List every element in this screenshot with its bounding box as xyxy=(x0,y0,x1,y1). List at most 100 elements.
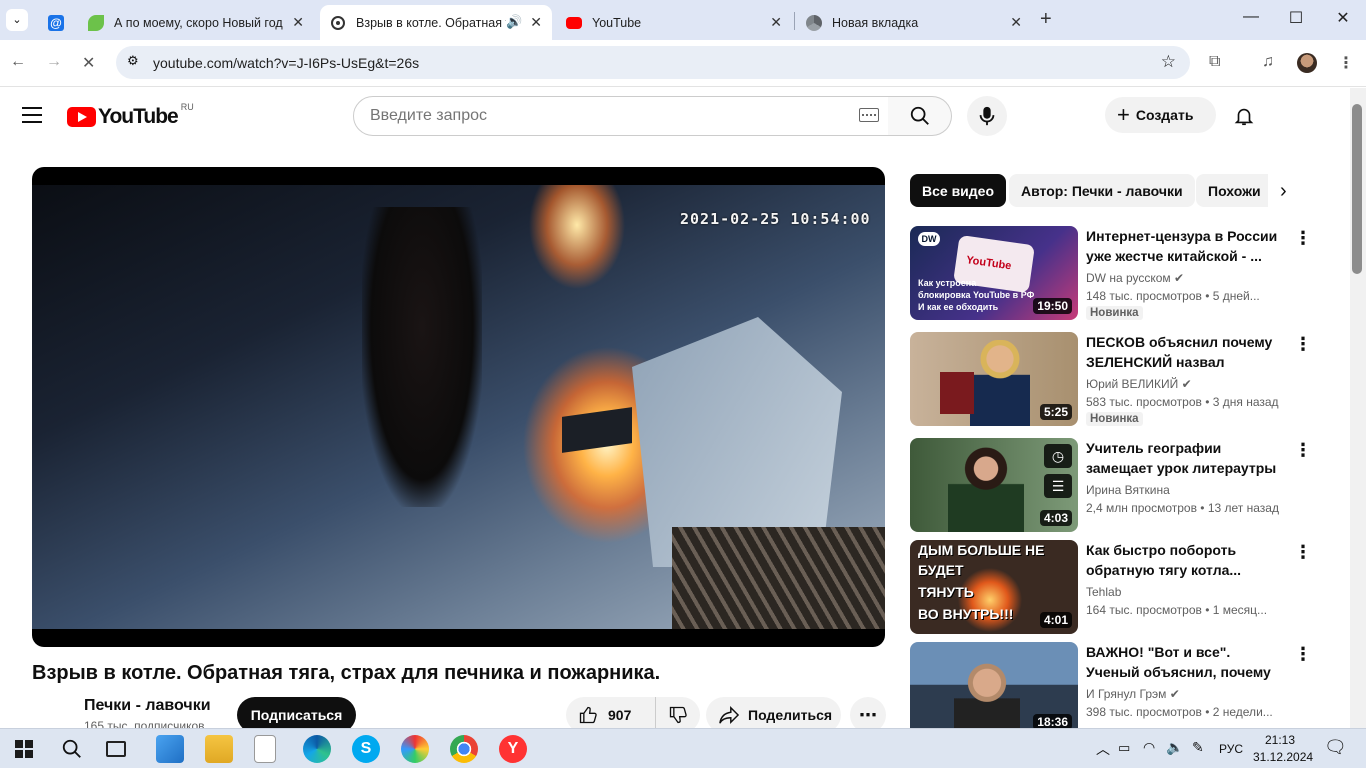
recommendation-item[interactable]: ◷ ☰ 4:03 Учитель географии замещает урок… xyxy=(910,438,1350,532)
scrollbar-thumb[interactable] xyxy=(1352,104,1362,274)
more-vertical-icon[interactable]: ⋮ xyxy=(1294,542,1312,563)
yandex-browser-icon[interactable]: Y xyxy=(499,735,527,763)
tab-youtube[interactable]: YouTube ✕ xyxy=(556,5,792,40)
stop-loading-icon[interactable]: ✕ xyxy=(82,53,95,73)
channel-name: И Грянул Грэм xyxy=(1086,687,1167,701)
more-vertical-icon[interactable]: ⋮ xyxy=(1294,440,1312,461)
close-tab-icon[interactable]: ✕ xyxy=(292,14,304,31)
thumbnail-caption: ТЯНУТЬ xyxy=(918,584,974,600)
search-input[interactable] xyxy=(370,105,840,127)
new-tab-plus-icon[interactable]: + xyxy=(1040,8,1052,31)
mail-app-icon[interactable] xyxy=(156,735,184,763)
notifications-bell-icon[interactable] xyxy=(1233,105,1255,127)
search-button[interactable] xyxy=(888,96,952,136)
clock-date[interactable]: 31.12.2024 xyxy=(1253,750,1313,764)
maximize-icon[interactable]: ☐ xyxy=(1281,8,1311,28)
channel-name[interactable]: Печки - лавочки xyxy=(84,697,211,715)
chrome-menu-icon[interactable]: ⋮ xyxy=(1338,53,1354,73)
recommendation-title[interactable]: ПЕСКОВ объяснил почему ЗЕЛЕНСКИЙ назвал … xyxy=(1086,332,1286,372)
video-thumbnail[interactable]: ◷ ☰ 4:03 xyxy=(910,438,1078,532)
task-view-icon[interactable] xyxy=(106,741,126,757)
more-vertical-icon[interactable]: ⋮ xyxy=(1294,228,1312,249)
keyboard-icon[interactable] xyxy=(859,108,879,122)
add-to-queue-icon[interactable]: ☰ xyxy=(1044,474,1072,498)
thumbnail-logo-text: YouTube xyxy=(965,254,1013,273)
recommendation-channel[interactable]: Tehlab xyxy=(1086,585,1121,599)
new-badge: Новинка xyxy=(1086,412,1143,426)
tab-current-video[interactable]: Взрыв в котле. Обратная т 🔊 ✕ xyxy=(320,5,552,40)
windows-start-icon[interactable] xyxy=(15,740,33,758)
recommendation-item[interactable]: 18:36 ВАЖНО! "Вот и все". Ученый объясни… xyxy=(910,642,1350,736)
file-explorer-icon[interactable] xyxy=(205,735,233,763)
chip-related[interactable]: Похожи xyxy=(1196,174,1268,207)
close-tab-icon[interactable]: ✕ xyxy=(1010,14,1022,31)
back-arrow-icon[interactable]: ← xyxy=(10,53,26,71)
voice-search-button[interactable] xyxy=(967,96,1007,136)
pen-workspace-icon[interactable]: ✎ xyxy=(1192,739,1204,756)
recommendation-channel[interactable]: DW на русском ✔ xyxy=(1086,271,1184,285)
video-thumbnail[interactable]: DW YouTube Как устроена блокировка YouTu… xyxy=(910,226,1078,320)
recommendation-title[interactable]: ВАЖНО! "Вот и все". Ученый объяснил, поч… xyxy=(1086,642,1286,682)
page-scrollbar[interactable] xyxy=(1350,88,1366,728)
network-icon[interactable]: ◠ xyxy=(1143,739,1155,756)
chip-all-videos[interactable]: Все видео xyxy=(910,174,1007,207)
recommendation-title[interactable]: Интернет-цензура в России уже жестче кит… xyxy=(1086,226,1286,266)
recommendation-item[interactable]: 5:25 ПЕСКОВ объяснил почему ЗЕЛЕНСКИЙ на… xyxy=(910,332,1350,426)
close-tab-icon[interactable]: ✕ xyxy=(530,14,542,31)
verified-check-icon: ✔ xyxy=(1169,687,1180,701)
recommendation-channel[interactable]: И Грянул Грэм ✔ xyxy=(1086,687,1180,701)
chrome-taskbar-icon[interactable] xyxy=(450,735,478,763)
show-hidden-icons-chevron[interactable]: ︿ xyxy=(1096,739,1110,759)
chips-next-chevron-icon[interactable]: › xyxy=(1280,180,1287,203)
tab-new-year[interactable]: А по моему, скоро Новый год ✕ xyxy=(78,5,314,40)
recommendation-item[interactable]: ДЫМ БОЛЬШЕ НЕ БУДЕТ ТЯНУТЬ ВО ВНУТРЬ!!! … xyxy=(910,540,1350,634)
video-thumbnail[interactable]: 18:36 xyxy=(910,642,1078,736)
skype-icon[interactable]: S xyxy=(352,735,380,763)
tab-list-button[interactable]: ⌄ xyxy=(6,9,28,31)
more-vertical-icon[interactable]: ⋮ xyxy=(1294,334,1312,355)
tab-new-tab[interactable]: Новая вкладка ✕ xyxy=(796,5,1032,40)
minimize-icon[interactable]: — xyxy=(1236,8,1266,26)
speaker-icon[interactable]: 🔊 xyxy=(506,14,522,30)
edge-browser-icon[interactable] xyxy=(303,735,331,763)
hamburger-menu-icon[interactable] xyxy=(22,107,42,123)
site-settings-icon[interactable]: ⚙ xyxy=(127,53,139,69)
subscribe-label: Подписаться xyxy=(250,707,343,723)
clock-time[interactable]: 21:13 xyxy=(1265,733,1295,747)
paint-app-icon[interactable] xyxy=(401,735,429,763)
video-player[interactable]: 2021-02-25 10:54:00 xyxy=(32,167,885,647)
leaf-icon xyxy=(88,14,104,31)
youtube-logo[interactable]: YouTube RU xyxy=(67,102,194,129)
input-language[interactable]: РУС xyxy=(1219,742,1243,756)
share-arrow-icon xyxy=(719,705,740,725)
more-vertical-icon[interactable]: ⋮ xyxy=(1294,644,1312,665)
search-icon[interactable] xyxy=(61,738,83,760)
notifications-icon[interactable]: 🗨 xyxy=(1324,737,1347,758)
media-control-icon[interactable]: ♫ xyxy=(1262,53,1274,71)
close-tab-icon[interactable]: ✕ xyxy=(770,14,782,31)
battery-icon[interactable]: ▭ xyxy=(1118,740,1130,756)
volume-icon[interactable]: 🔈 xyxy=(1166,739,1183,756)
extensions-puzzle-icon[interactable]: ⧉ xyxy=(1209,53,1220,71)
chip-author[interactable]: Автор: Печки - лавочки xyxy=(1009,174,1195,207)
windows-taskbar: S Y ︿ ▭ ◠ 🔈 ✎ РУС 21:13 31.12.2024 🗨 xyxy=(0,728,1366,768)
bearded-man-graphic xyxy=(954,660,1020,736)
recommendation-title[interactable]: Как быстро побороть обратную тягу котла.… xyxy=(1086,540,1286,580)
video-thumbnail[interactable]: 5:25 xyxy=(910,332,1078,426)
recommendation-channel[interactable]: Юрий ВЕЛИКИЙ ✔ xyxy=(1086,377,1192,391)
create-button[interactable]: + Создать xyxy=(1105,97,1216,133)
thumbs-down-icon[interactable] xyxy=(668,705,688,725)
recommendation-title[interactable]: Учитель географии замещает урок литераут… xyxy=(1086,438,1286,478)
woman-teacher-graphic xyxy=(948,444,1024,532)
recommendation-channel[interactable]: Ирина Вяткина xyxy=(1086,483,1170,497)
watch-later-clock-icon[interactable]: ◷ xyxy=(1044,444,1072,468)
forward-arrow-icon[interactable]: → xyxy=(46,53,62,71)
notepad-icon[interactable] xyxy=(254,735,276,763)
address-bar[interactable]: ⚙ youtube.com/watch?v=J-I6Ps-UsEg&t=26s … xyxy=(116,46,1190,79)
profile-avatar[interactable] xyxy=(1297,53,1317,73)
video-thumbnail[interactable]: ДЫМ БОЛЬШЕ НЕ БУДЕТ ТЯНУТЬ ВО ВНУТРЬ!!! … xyxy=(910,540,1078,634)
tab-mail[interactable]: @ xyxy=(38,5,74,40)
bookmark-star-icon[interactable]: ☆ xyxy=(1161,52,1176,72)
close-window-icon[interactable]: ✕ xyxy=(1328,8,1358,28)
recommendation-item[interactable]: DW YouTube Как устроена блокировка YouTu… xyxy=(910,226,1350,320)
